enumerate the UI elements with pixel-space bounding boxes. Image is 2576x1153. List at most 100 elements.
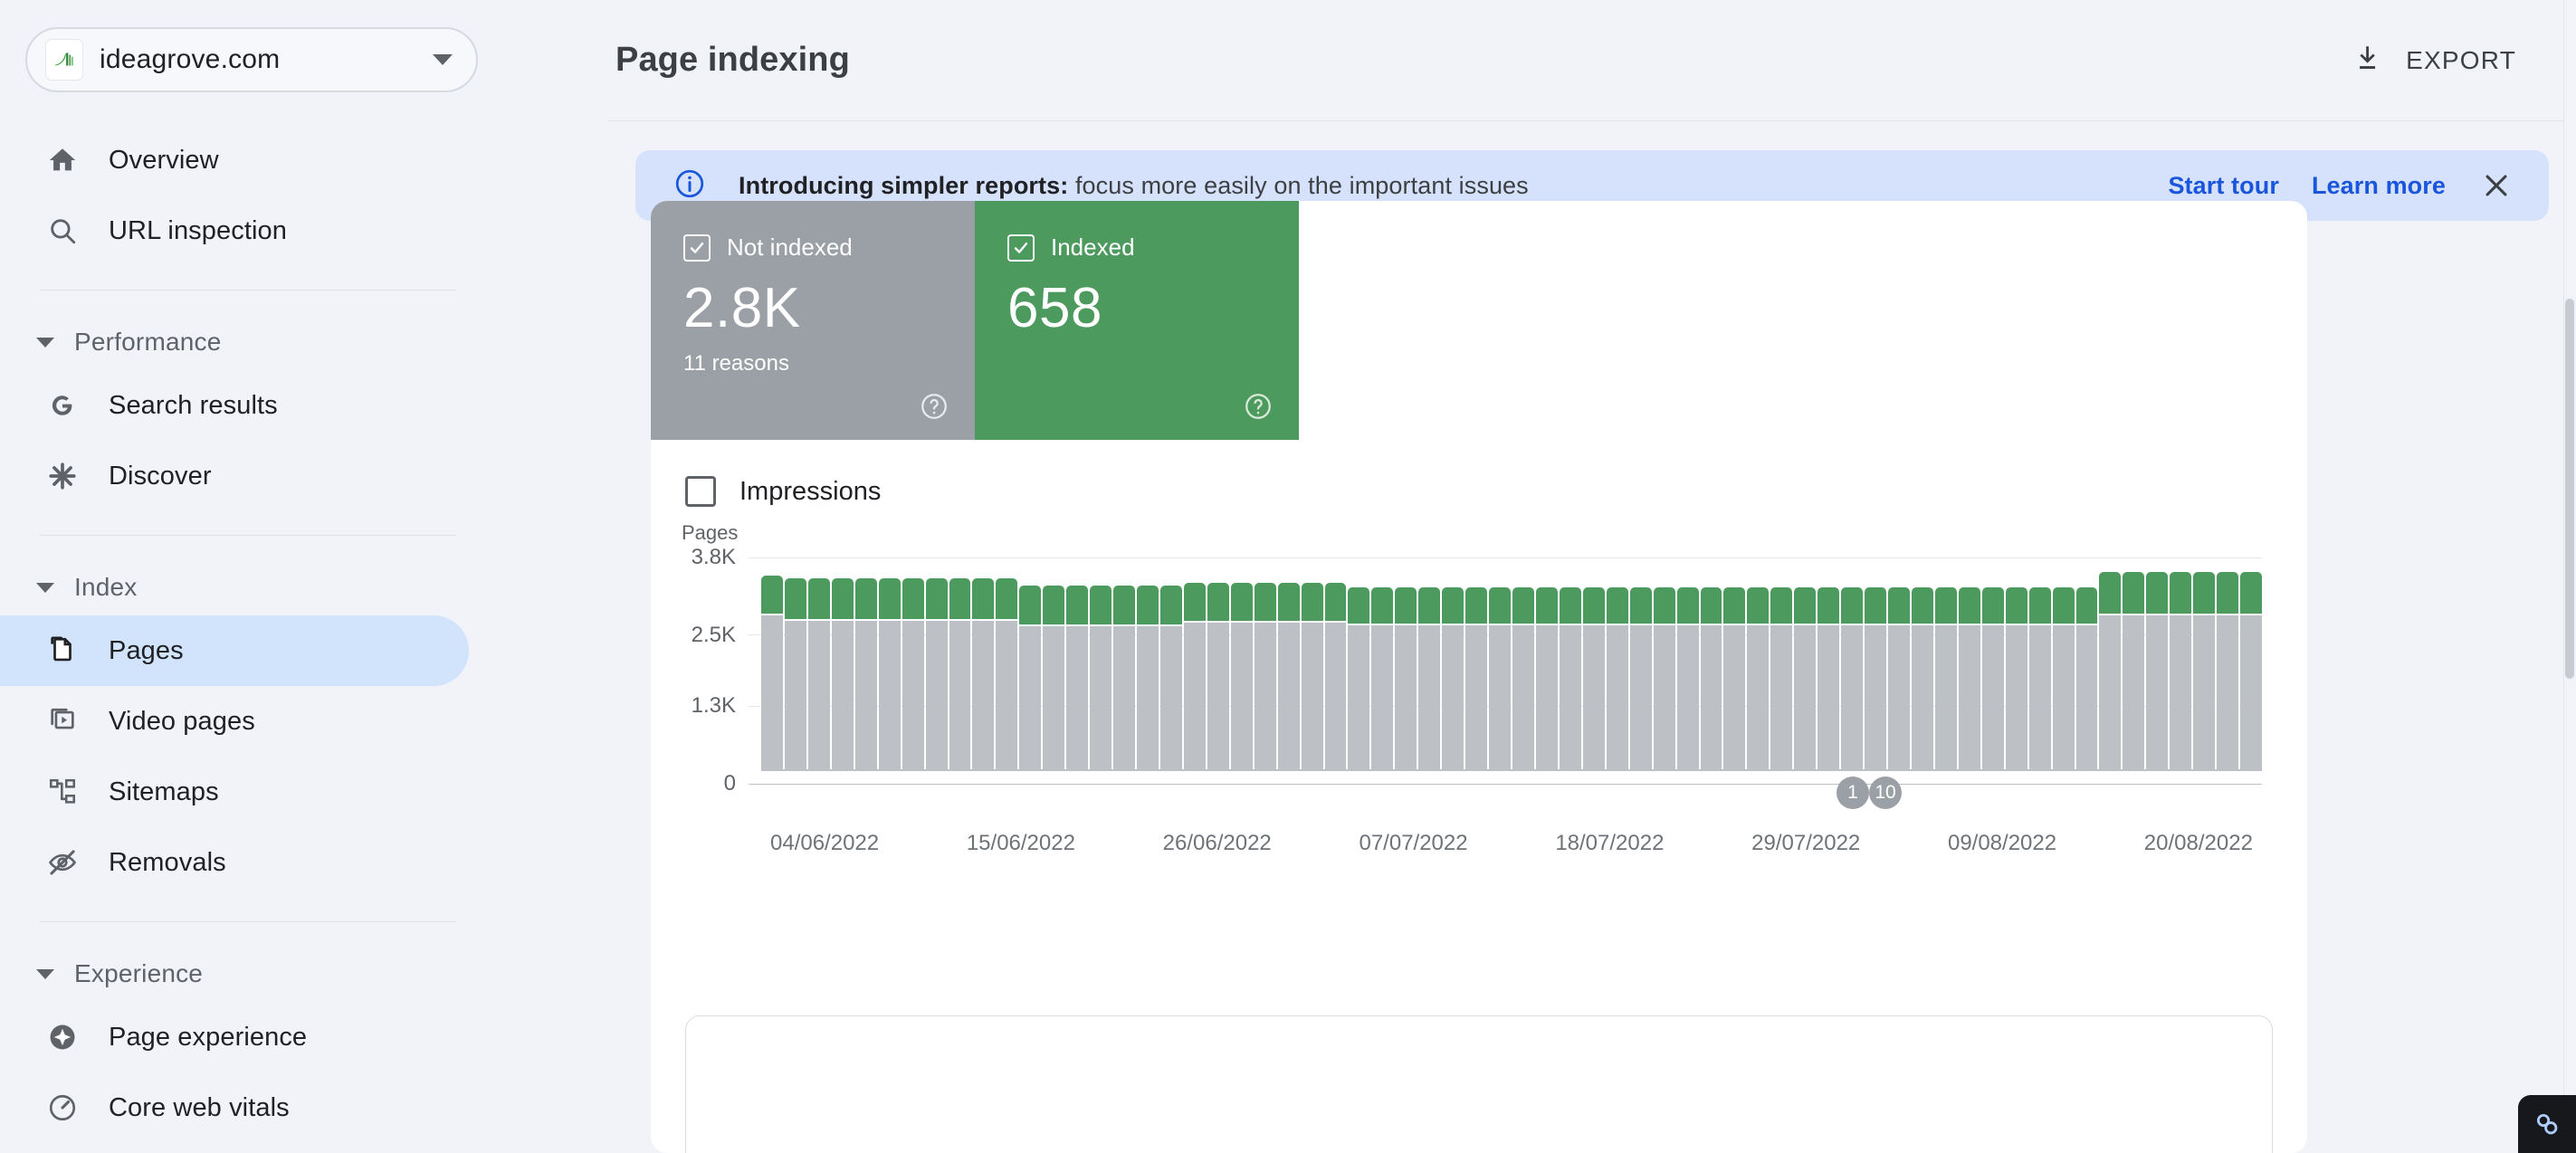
sidebar-section-index[interactable]: Index	[0, 559, 608, 615]
metric-tile-indexed[interactable]: Indexed 658	[975, 201, 1299, 440]
metric-tile-not-indexed[interactable]: Not indexed 2.8K 11 reasons	[651, 201, 975, 440]
scrollbar-thumb[interactable]	[2565, 299, 2574, 679]
chart-bar[interactable]	[1489, 545, 1511, 771]
chart-annotation-badge[interactable]: 10	[1869, 777, 1902, 809]
chart-bar[interactable]	[807, 545, 830, 771]
chart-bar[interactable]	[1841, 545, 1864, 771]
chart-bar[interactable]	[1324, 545, 1347, 771]
chart-bar[interactable]	[784, 545, 806, 771]
chart-bar[interactable]	[2123, 545, 2145, 771]
chart-bar[interactable]	[854, 545, 877, 771]
chart-gridline	[749, 783, 2262, 785]
chart-bar[interactable]	[831, 545, 854, 771]
chevron-down-icon	[433, 54, 453, 65]
chart-bar[interactable]	[1700, 545, 1722, 771]
chart-bar[interactable]	[1113, 545, 1135, 771]
sidebar-item-sitemaps[interactable]: Sitemaps	[0, 757, 469, 827]
export-button[interactable]: EXPORT	[2346, 32, 2524, 89]
chart-bar[interactable]	[1159, 545, 1182, 771]
sidebar-divider	[40, 290, 456, 291]
chart-bar[interactable]	[1395, 545, 1417, 771]
chart-bar[interactable]	[2217, 545, 2239, 771]
checkbox-unchecked-icon[interactable]	[685, 476, 716, 507]
chart-bar[interactable]	[2146, 545, 2169, 771]
learn-more-link[interactable]: Learn more	[2312, 172, 2446, 200]
chart-bar[interactable]	[2193, 545, 2216, 771]
chart-bar[interactable]	[1512, 545, 1534, 771]
chart-bar-segment-indexed	[2240, 571, 2262, 614]
chart-bar[interactable]	[761, 545, 783, 771]
sidebar-item-video-pages[interactable]: Video pages	[0, 686, 469, 757]
chart-bar[interactable]	[2240, 545, 2262, 771]
chart-bar[interactable]	[1207, 545, 1229, 771]
sidebar-item-discover[interactable]: Discover	[0, 441, 469, 511]
checkbox-checked-icon[interactable]	[1007, 233, 1035, 262]
chart-bar[interactable]	[1442, 545, 1465, 771]
chart-bar[interactable]	[1606, 545, 1628, 771]
chart-bar[interactable]	[1019, 545, 1042, 771]
chart-bar[interactable]	[1183, 545, 1206, 771]
chart-bar[interactable]	[902, 545, 924, 771]
chart-bar[interactable]	[1723, 545, 1746, 771]
chart-bar[interactable]	[1277, 545, 1300, 771]
chart-bar[interactable]	[1911, 545, 1933, 771]
help-circle-icon[interactable]	[1243, 391, 1274, 422]
chart-bar[interactable]	[1043, 545, 1065, 771]
chart-bar[interactable]	[1747, 545, 1770, 771]
chart-bar[interactable]	[2099, 545, 2122, 771]
chart-bar[interactable]	[2005, 545, 2027, 771]
chart-bar[interactable]	[1371, 545, 1394, 771]
chart-bar[interactable]	[996, 545, 1018, 771]
help-circle-icon[interactable]	[919, 391, 949, 422]
chart-bar[interactable]	[2028, 545, 2051, 771]
start-tour-link[interactable]: Start tour	[2168, 172, 2279, 200]
sidebar-item-removals[interactable]: Removals	[0, 827, 469, 898]
sidebar-item-search-results[interactable]: Search results	[0, 370, 469, 441]
chart-bar[interactable]	[1535, 545, 1558, 771]
chart-bar[interactable]	[1090, 545, 1112, 771]
scrollbar[interactable]	[2563, 0, 2576, 1153]
chart-bar[interactable]	[2170, 545, 2192, 771]
chart-annotation-badge[interactable]: 1	[1837, 777, 1869, 809]
link-chain-icon[interactable]	[2518, 1095, 2576, 1153]
chart-bar[interactable]	[1629, 545, 1652, 771]
chart-bar[interactable]	[1770, 545, 1793, 771]
chart-bar[interactable]	[1818, 545, 1840, 771]
chart-bar[interactable]	[925, 545, 948, 771]
close-icon[interactable]	[2478, 167, 2514, 204]
chart-bar[interactable]	[1348, 545, 1370, 771]
chart-bar[interactable]	[1865, 545, 1886, 771]
chart-bar[interactable]	[1301, 545, 1323, 771]
chart-bar[interactable]	[1230, 545, 1253, 771]
chart-bar[interactable]	[1418, 545, 1441, 771]
chart-bar[interactable]	[1888, 545, 1910, 771]
chart-bar[interactable]	[1559, 545, 1581, 771]
chart-bar[interactable]	[1254, 545, 1276, 771]
chart-bar[interactable]	[2052, 545, 2075, 771]
chart-bar[interactable]	[1137, 545, 1159, 771]
chart-bar[interactable]	[1653, 545, 1675, 771]
sidebar-item-core-web-vitals[interactable]: Core web vitals	[0, 1072, 469, 1143]
chart-bar-segment-indexed	[1066, 585, 1089, 625]
chart-bar[interactable]	[949, 545, 971, 771]
checkbox-checked-icon[interactable]	[683, 233, 711, 262]
chart-bar[interactable]	[2075, 545, 2098, 771]
sidebar-item-page-experience[interactable]: Page experience	[0, 1002, 469, 1072]
sidebar-item-url-inspection[interactable]: URL inspection	[0, 195, 469, 266]
chart-bar[interactable]	[1465, 545, 1488, 771]
chart-bar[interactable]	[1582, 545, 1605, 771]
chart-bar[interactable]	[972, 545, 995, 771]
sidebar-section-performance[interactable]: Performance	[0, 314, 608, 370]
chart-bar[interactable]	[1958, 545, 1980, 771]
impressions-toggle[interactable]: Impressions	[651, 440, 2307, 507]
sidebar-section-experience[interactable]: Experience	[0, 946, 608, 1002]
chart-bar[interactable]	[878, 545, 901, 771]
sidebar-item-pages[interactable]: Pages	[0, 615, 469, 686]
chart-bar[interactable]	[1934, 545, 1957, 771]
chart-bar[interactable]	[1794, 545, 1817, 771]
chart-bar[interactable]	[1676, 545, 1699, 771]
property-selector[interactable]: ideagrove.com	[25, 27, 478, 92]
chart-bar[interactable]	[1981, 545, 2004, 771]
sidebar-item-overview[interactable]: Overview	[0, 125, 469, 195]
chart-bar[interactable]	[1066, 545, 1089, 771]
